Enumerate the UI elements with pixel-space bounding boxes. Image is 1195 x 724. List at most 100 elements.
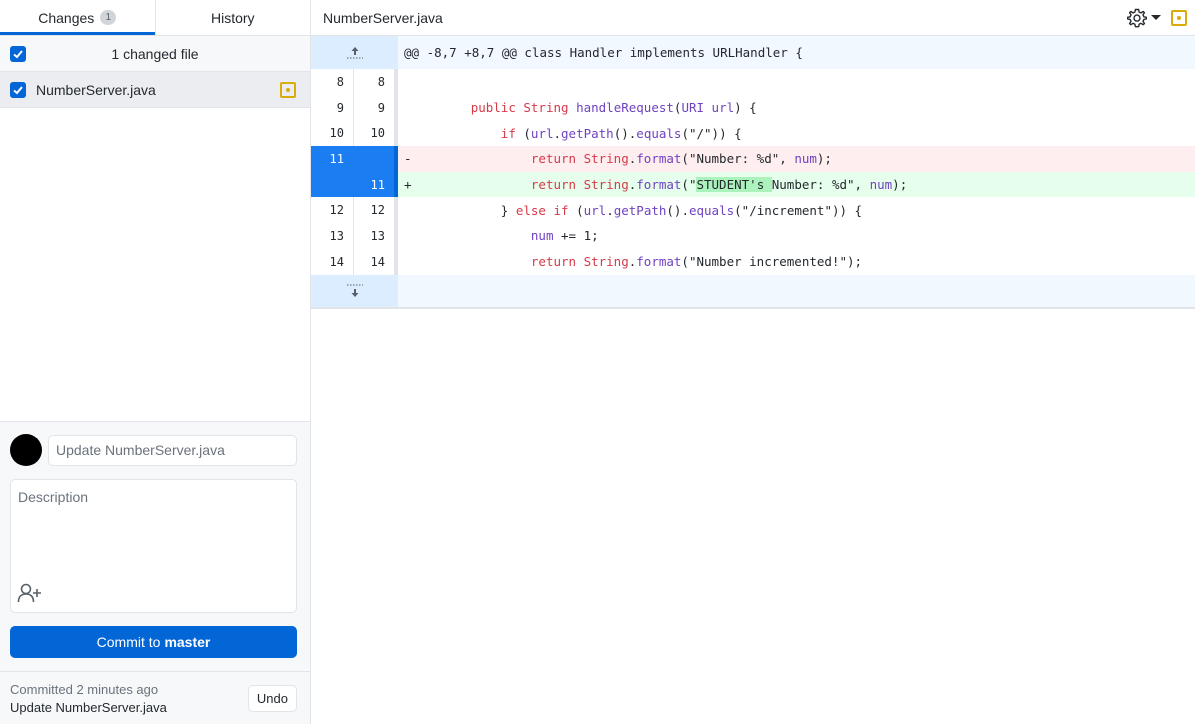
chevron-down-icon: [1151, 15, 1161, 20]
code-token: equals: [688, 202, 735, 218]
new-line-number[interactable]: 14: [354, 248, 398, 275]
code-line: num += 1;: [398, 223, 1195, 249]
commit-summary-input[interactable]: [48, 434, 297, 466]
tab-changes[interactable]: Changes 1: [0, 0, 155, 35]
code-token: ().: [613, 125, 637, 141]
new-line-number[interactable]: [354, 146, 398, 172]
undo-button[interactable]: Undo: [247, 684, 297, 712]
add-coauthor-icon[interactable]: [17, 582, 43, 604]
old-line-number[interactable]: 10: [311, 120, 354, 147]
commit-description-input[interactable]: [11, 480, 296, 575]
tab-changes-label: Changes: [38, 9, 95, 26]
old-line-number[interactable]: 11: [311, 146, 354, 172]
diff-line-context[interactable]: 99 public String handleRequest(URI url) …: [311, 94, 1195, 121]
file-include-checkbox[interactable]: [10, 81, 26, 98]
changed-file-item[interactable]: NumberServer.java: [0, 72, 310, 108]
new-line-number[interactable]: 8: [354, 69, 398, 95]
code-token: return: [530, 254, 577, 270]
sidebar-tabs: Changes 1 History: [0, 0, 310, 36]
hunk-footer-row: [311, 274, 1195, 309]
select-all-checkbox[interactable]: [10, 45, 26, 62]
code-token: String: [523, 100, 569, 116]
changes-header: 1 changed file: [0, 36, 310, 72]
old-line-number[interactable]: 9: [311, 94, 354, 121]
code-token: public: [470, 100, 516, 116]
code-token: += 1;: [553, 228, 599, 244]
diff-prefix: [404, 228, 418, 243]
code-token: (": [681, 177, 697, 193]
code-token: getPath: [561, 125, 614, 141]
code-token: .: [628, 254, 637, 270]
diff-line-context[interactable]: 88: [311, 69, 1195, 95]
new-line-number[interactable]: 10: [354, 120, 398, 147]
expand-up-button[interactable]: [311, 36, 398, 69]
code-token: ("Number incremented!");: [681, 254, 863, 270]
code-token: .: [628, 151, 637, 167]
expand-down-button[interactable]: [311, 274, 398, 307]
diff-settings-button[interactable]: [1127, 8, 1161, 28]
code-token: num: [794, 151, 817, 167]
checkmark-icon: [13, 49, 23, 58]
avatar: [10, 434, 42, 466]
changed-files-count: 1 changed file: [111, 45, 199, 62]
diff-line-context[interactable]: 12 12 } else if (url. getPath (). equals ("/i…: [311, 197, 1195, 224]
code-token: URI: [681, 100, 705, 116]
diff-line-added[interactable]: 11 + return String. format (" STUDENT's Numb…: [311, 171, 1195, 198]
code-token: num: [869, 177, 893, 193]
hunk-footer-space: [398, 275, 1195, 307]
new-line-number[interactable]: 13: [354, 223, 398, 249]
expand-down-icon: [346, 284, 363, 297]
code-line: } else if (url. getPath (). equals ("/increm…: [398, 197, 1195, 223]
file-modified-icon: [1171, 9, 1187, 26]
old-line-number[interactable]: 12: [311, 197, 354, 224]
old-line-number[interactable]: 13: [311, 223, 354, 249]
new-line-number[interactable]: 9: [354, 94, 398, 121]
diff-prefix: [404, 126, 418, 141]
old-line-number[interactable]: 14: [311, 248, 354, 275]
code-token: .: [628, 177, 637, 193]
code-token: String: [583, 254, 629, 270]
code-token: url: [711, 100, 735, 116]
code-line: return String. format ("Number incremented…: [398, 249, 1195, 275]
diff-line-context[interactable]: 13 13 num += 1;: [311, 223, 1195, 249]
commit-form: Commit to master: [0, 421, 310, 671]
hunk-header-row: @@ -8,7 +8,7 @@ class Handler implements…: [311, 36, 1195, 69]
diff-file-title: NumberServer.java: [323, 9, 443, 26]
changed-file-name: NumberServer.java: [36, 81, 156, 98]
code-token: num: [530, 228, 554, 244]
diff-line-context[interactable]: 14 14 return String. format ("Number increm…: [311, 248, 1195, 275]
diff-line-deleted[interactable]: 11 - return String. format ("Number: %d", n…: [311, 146, 1195, 172]
code-token: ) {: [734, 100, 757, 116]
tab-history-label: History: [210, 9, 255, 26]
tab-history[interactable]: History: [154, 0, 311, 35]
code-token: .: [606, 202, 614, 218]
diff-prefix: -: [404, 151, 412, 167]
code-line: [398, 69, 1195, 95]
commit-button[interactable]: Commit to master: [10, 626, 297, 658]
code-token: getPath: [613, 202, 667, 218]
code-token: );: [892, 177, 908, 193]
code-token: Number: %d",: [771, 177, 870, 193]
new-line-number[interactable]: 12: [354, 197, 398, 224]
diff-prefix: +: [404, 177, 412, 193]
new-line-number[interactable]: 11: [354, 171, 398, 198]
code-token: url: [530, 125, 554, 141]
code-token: handleRequest: [576, 100, 674, 116]
code-line: public String handleRequest(URI url) {: [398, 95, 1195, 121]
old-line-number[interactable]: 8: [311, 69, 354, 95]
code-token: .: [553, 125, 562, 141]
code-token: else: [515, 202, 546, 218]
code-token: ("/increment")) {: [734, 202, 863, 218]
diff-line-context[interactable]: 10 10 if (url. getPath (). equals ("/")) {: [311, 120, 1195, 147]
code-token: ("/")) {: [681, 125, 742, 141]
expand-up-icon: [346, 46, 363, 58]
old-line-number[interactable]: [311, 171, 354, 198]
